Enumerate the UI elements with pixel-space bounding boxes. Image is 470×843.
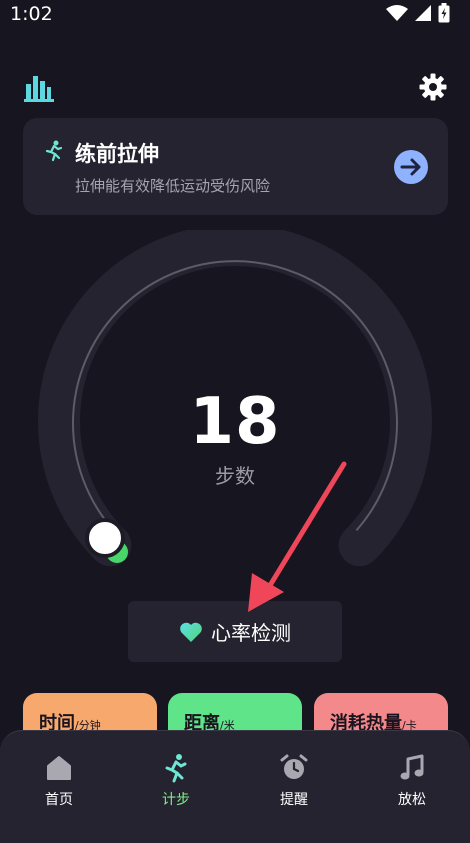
heart-rate-button[interactable]: 心率检测 bbox=[128, 601, 342, 662]
heart-rate-label: 心率检测 bbox=[211, 621, 291, 645]
bottom-nav: 首页 计步 提醒 放松 bbox=[0, 730, 470, 843]
nav-item-relax[interactable]: 放松 bbox=[372, 753, 452, 809]
running-icon bbox=[165, 754, 187, 783]
wifi-icon bbox=[386, 5, 408, 21]
alarm-clock-icon bbox=[280, 754, 308, 779]
nav-item-reminder[interactable]: 提醒 bbox=[254, 753, 334, 809]
warmup-stretch-card[interactable]: 练前拉伸 拉伸能有效降低运动受伤风险 bbox=[23, 118, 448, 215]
arrow-right-icon[interactable] bbox=[394, 150, 428, 184]
gauge-knob[interactable] bbox=[85, 518, 125, 558]
step-count: 18 bbox=[189, 385, 281, 459]
gear-icon[interactable] bbox=[418, 72, 448, 102]
stretch-subtitle: 拉伸能有效降低运动受伤风险 bbox=[75, 177, 271, 195]
nav-item-home[interactable]: 首页 bbox=[19, 753, 99, 809]
running-icon bbox=[45, 140, 63, 162]
nav-item-steps[interactable]: 计步 bbox=[136, 753, 216, 809]
top-toolbar bbox=[0, 70, 470, 110]
signal-icon bbox=[415, 5, 431, 21]
status-icons bbox=[386, 3, 450, 23]
bar-chart-icon[interactable] bbox=[24, 74, 54, 102]
nav-label-steps: 计步 bbox=[162, 792, 190, 808]
nav-label-home: 首页 bbox=[45, 792, 73, 808]
battery-icon bbox=[438, 3, 450, 23]
stretch-title: 练前拉伸 bbox=[75, 142, 159, 166]
step-label: 步数 bbox=[215, 464, 255, 488]
status-bar: 1:02 bbox=[0, 0, 470, 30]
music-note-icon bbox=[400, 754, 424, 780]
nav-label-reminder: 提醒 bbox=[280, 792, 308, 808]
heart-icon bbox=[180, 622, 202, 642]
home-icon bbox=[47, 756, 71, 780]
nav-label-relax: 放松 bbox=[398, 792, 426, 808]
status-time: 1:02 bbox=[10, 3, 53, 25]
